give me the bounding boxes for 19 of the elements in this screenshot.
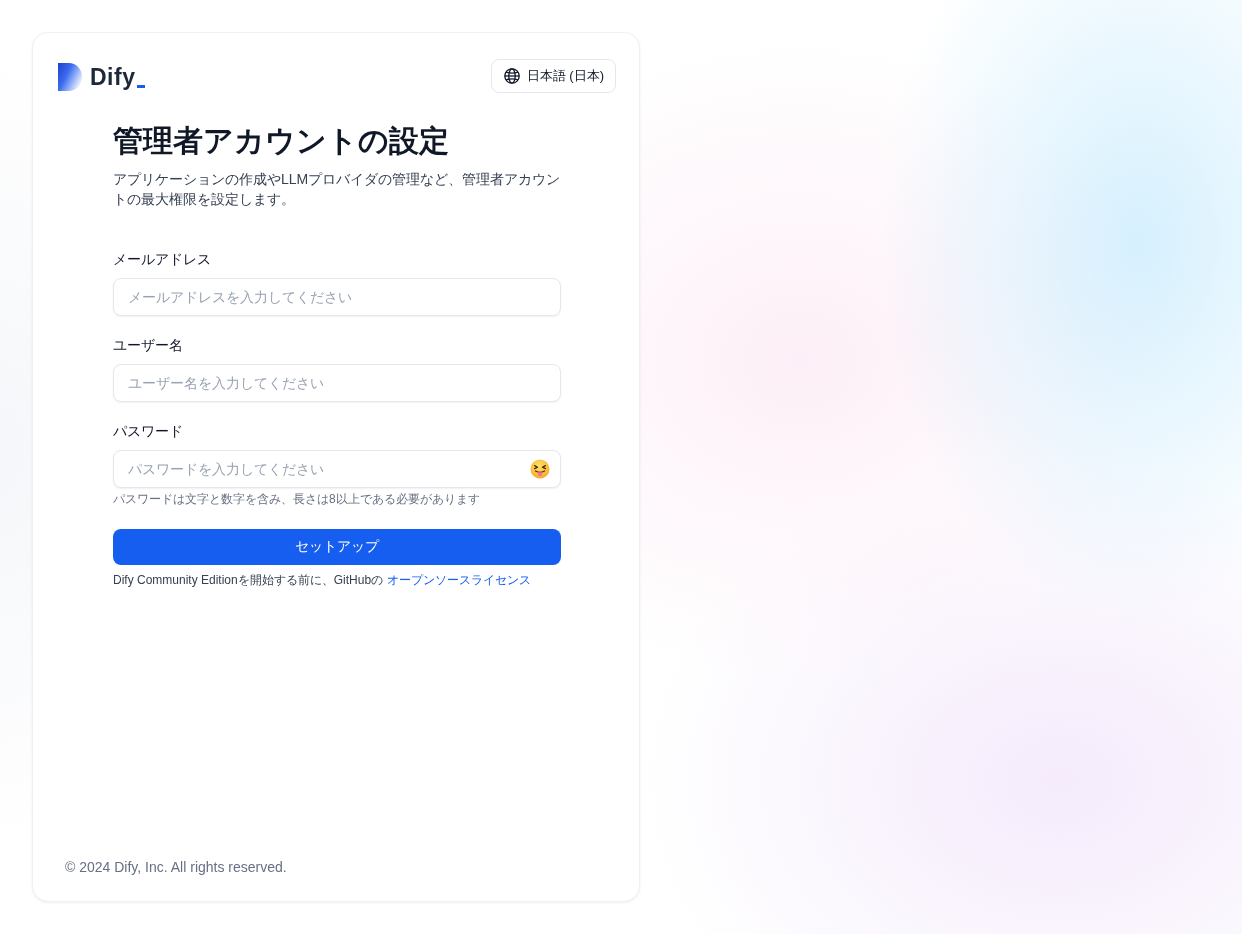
setup-button[interactable]: セットアップ [113,529,561,565]
copyright-text: © 2024 Dify, Inc. All rights reserved. [65,858,287,877]
language-button[interactable]: 日本語 (日本) [490,59,616,93]
license-link[interactable]: オープンソースライセンス [387,573,532,587]
globe-icon [503,68,520,84]
email-field[interactable]: メールアドレスを入力してください [113,278,561,316]
password-field[interactable]: パスワードを入力してください [113,450,561,488]
page-title: 管理者アカウントの設定 [113,123,450,159]
logo-icon [58,63,82,91]
logo-text: Dify [90,64,136,90]
underscore-icon [137,85,146,88]
license-notice: Dify Community Editionを開始する前に、GitHubの オープンソースライセンス [113,572,533,588]
field-label: メールアドレス [113,250,212,269]
password-hint: パスワードは文字と数字を含み、長さは8以上である必要があります [113,491,481,508]
field-label: パスワード [113,422,184,441]
username-field[interactable]: ユーザー名を入力してください [113,364,561,402]
page-description: アプリケーションの作成やLLMプロバイダの管理など、管理者アカウントの最大権限を設定します。 [113,170,561,209]
field-label: ユーザー名 [113,336,184,355]
tongue-face-icon[interactable] [530,459,550,479]
